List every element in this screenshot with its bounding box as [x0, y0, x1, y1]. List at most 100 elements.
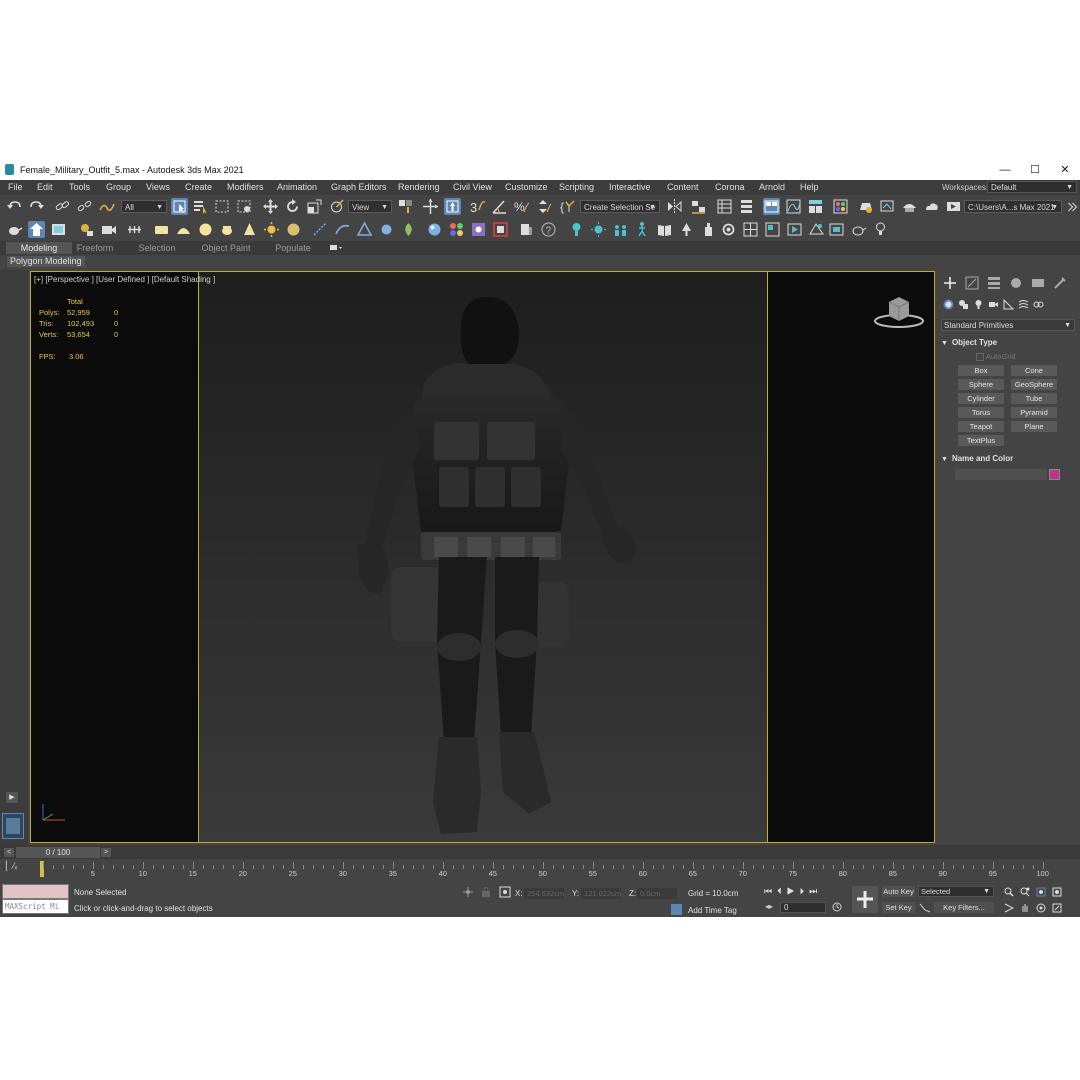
render-in-cloud-icon[interactable] [923, 198, 940, 215]
time-slider-handle[interactable]: 0 / 100 [16, 847, 100, 858]
rectangular-selection-icon[interactable] [214, 198, 231, 215]
select-by-name-icon[interactable] [192, 198, 209, 215]
refresh-icon[interactable] [720, 221, 737, 238]
particle-icon[interactable] [312, 221, 329, 238]
go-to-start-icon[interactable]: ⏮ [764, 886, 777, 896]
pyramid-button[interactable]: Pyramid [1011, 407, 1057, 418]
toolbar-overflow-icon[interactable] [1064, 198, 1078, 215]
plane-button[interactable]: Plane [1011, 421, 1057, 432]
cameras-category-icon[interactable] [988, 299, 999, 310]
set-key-big-button[interactable] [852, 886, 878, 913]
zoom-icon[interactable] [1004, 887, 1014, 897]
primitive-type-dropdown[interactable]: Standard Primitives ▼ [941, 319, 1075, 331]
curve-editor-toggle-icon[interactable]: ▏⁄ₓ [6, 861, 32, 877]
go-to-end-icon[interactable]: ⏭ [809, 886, 822, 896]
cone-primitive-icon[interactable] [241, 221, 258, 238]
expand-layout-button[interactable]: ▶ [6, 792, 18, 803]
material-sphere-icon[interactable] [426, 221, 443, 238]
minimize-button[interactable]: — [990, 161, 1020, 180]
book-icon[interactable] [656, 221, 673, 238]
redo-icon[interactable] [28, 198, 45, 215]
edit-named-selection-icon[interactable]: { [560, 198, 577, 215]
lights-category-icon[interactable] [973, 299, 984, 310]
ribbon-options-icon[interactable] [330, 244, 342, 252]
menu-arnold[interactable]: Arnold [759, 182, 785, 192]
key-mode-icon[interactable]: ◂▸ [765, 902, 777, 912]
select-object-icon[interactable] [171, 198, 188, 215]
space-warps-category-icon[interactable] [1018, 299, 1029, 310]
teapot-icon[interactable] [6, 221, 23, 238]
polygon-modeling-panel[interactable]: Polygon Modeling [7, 256, 85, 267]
maximize-button[interactable]: ☐ [1020, 161, 1050, 180]
absolute-mode-icon[interactable] [499, 886, 511, 898]
geosphere-button[interactable]: GeoSphere [1011, 379, 1057, 390]
tree-icon[interactable] [678, 221, 695, 238]
close-button[interactable]: ✕ [1050, 161, 1080, 180]
time-configuration-icon[interactable] [832, 902, 842, 912]
plane-primitive-icon[interactable] [153, 221, 170, 238]
add-time-tag-button[interactable]: Add Time Tag [688, 906, 737, 915]
curve-editor-icon[interactable] [785, 198, 802, 215]
rendered-frame-window-icon[interactable] [879, 198, 896, 215]
y-coord-input[interactable]: 121.022cm [581, 888, 621, 899]
menu-tools[interactable]: Tools [69, 182, 90, 192]
cone-button[interactable]: Cone [1011, 365, 1057, 376]
lock-icon[interactable] [481, 886, 491, 898]
autogrid-checkbox[interactable]: AutoGrid [976, 352, 1016, 362]
menu-corona[interactable]: Corona [715, 182, 745, 192]
maxscript-mini-listener[interactable]: MAXScript Mi [2, 899, 69, 914]
hierarchy-tab-icon[interactable] [987, 276, 1001, 290]
menu-customize[interactable]: Customize [505, 182, 548, 192]
wire-icon[interactable] [742, 221, 759, 238]
snaps-toggle-icon[interactable]: 3 [469, 198, 486, 215]
field-of-view-icon[interactable] [1004, 903, 1015, 913]
keyboard-shortcut-toggle-icon[interactable] [444, 198, 461, 215]
isolate-selection-icon[interactable] [462, 886, 474, 898]
move-pivot-icon[interactable] [28, 221, 45, 238]
tab-object-paint[interactable]: Object Paint [196, 242, 256, 254]
systems-category-icon[interactable] [1033, 299, 1044, 310]
help-icon[interactable]: ? [540, 221, 557, 238]
menu-content[interactable]: Content [667, 182, 699, 192]
foliage-icon[interactable] [400, 221, 417, 238]
viewport-capture-icon[interactable] [50, 221, 67, 238]
torus-button[interactable]: Torus [958, 407, 1004, 418]
zoom-all-icon[interactable] [1020, 887, 1030, 897]
spot-light-icon[interactable] [590, 221, 607, 238]
time-next-button[interactable]: > [101, 848, 111, 857]
zoom-extents-all-icon[interactable] [1052, 887, 1062, 897]
maxscript-listener-output[interactable] [2, 884, 69, 899]
window-crossing-icon[interactable] [236, 198, 253, 215]
shapes-category-icon[interactable] [958, 299, 969, 310]
toggle-ribbon-icon[interactable] [763, 198, 780, 215]
rotate-icon[interactable] [284, 198, 301, 215]
helpers-icon[interactable] [126, 221, 143, 238]
object-name-input[interactable] [955, 469, 1047, 480]
set-key-button[interactable]: Set Key [882, 902, 915, 913]
time-prev-button[interactable]: < [4, 848, 14, 857]
render-production-icon[interactable] [901, 198, 918, 215]
schematic-view-icon[interactable] [807, 198, 824, 215]
menu-create[interactable]: Create [185, 182, 212, 192]
pivot-center-icon[interactable] [397, 198, 414, 215]
material-editor-icon[interactable] [832, 198, 849, 215]
x-coord-input[interactable]: 254.632cm [524, 888, 564, 899]
workspaces-dropdown[interactable]: Default ▼ [987, 181, 1077, 193]
toggle-scene-explorer-icon[interactable] [716, 198, 733, 215]
create-tab-icon[interactable] [943, 276, 957, 290]
mirror-icon[interactable] [666, 198, 683, 215]
menu-scripting[interactable]: Scripting [559, 182, 594, 192]
sun-icon[interactable] [263, 221, 280, 238]
tab-freeform[interactable]: Freeform [72, 242, 118, 254]
name-and-color-header[interactable]: ▼ Name and Color [941, 453, 1075, 465]
select-manipulate-icon[interactable] [422, 198, 439, 215]
tab-populate[interactable]: Populate [270, 242, 316, 254]
viewport-layout-tab[interactable] [2, 813, 24, 839]
reference-coordinate-dropdown[interactable]: View ▼ [348, 200, 392, 213]
walk-icon[interactable] [634, 221, 651, 238]
utilities-tab-icon[interactable] [1053, 276, 1067, 290]
time-tag-icon[interactable] [671, 904, 682, 915]
cameras-icon[interactable] [100, 221, 117, 238]
light-bulb-icon[interactable] [568, 221, 585, 238]
object-type-header[interactable]: ▼ Object Type [941, 337, 1075, 349]
